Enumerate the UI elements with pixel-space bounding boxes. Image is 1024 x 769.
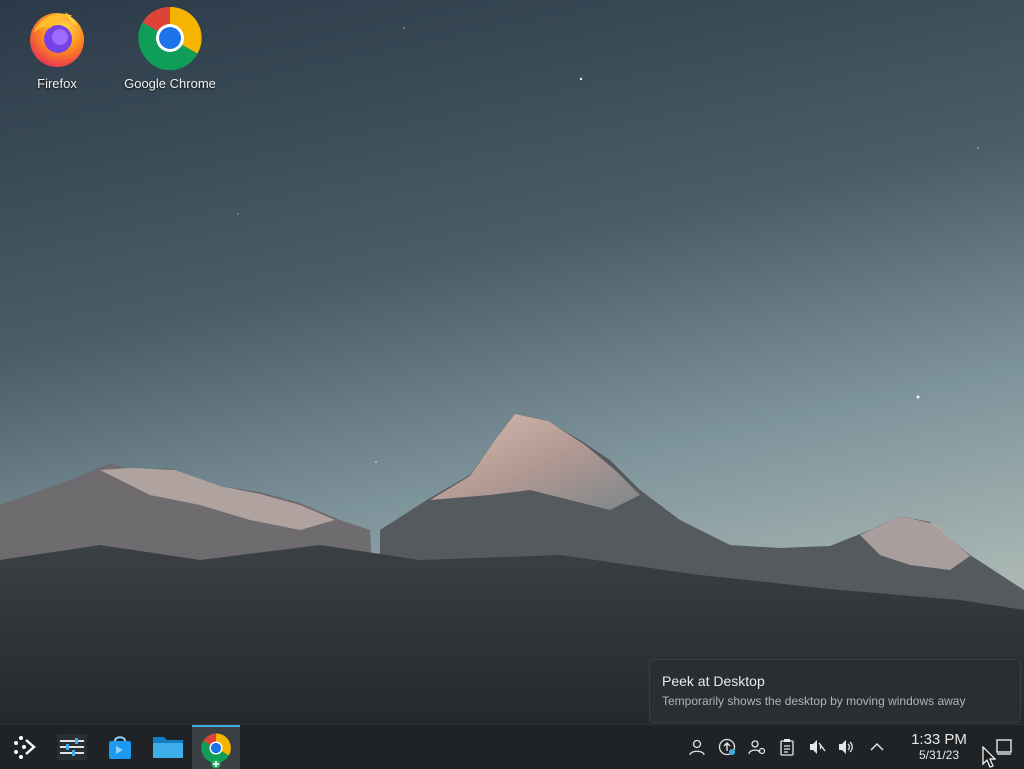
- app-launcher-icon: [14, 736, 36, 759]
- desktop-icon-google-chrome[interactable]: Google Chrome: [120, 6, 220, 96]
- tray-updates[interactable]: [712, 725, 742, 769]
- firefox-icon: [30, 12, 84, 67]
- chrome-icon: [138, 6, 202, 70]
- chevron-up-icon: [870, 742, 884, 751]
- tray-accounts[interactable]: [742, 725, 772, 769]
- tray-expand[interactable]: [862, 725, 892, 769]
- taskbar-file-manager[interactable]: [144, 725, 192, 769]
- taskbar-system-settings[interactable]: [48, 725, 96, 769]
- show-desktop-icon: [996, 739, 1012, 755]
- clock-date: 5/31/23: [918, 748, 960, 762]
- tooltip-subtitle: Temporarily shows the desktop by moving …: [662, 694, 966, 708]
- taskbar-google-chrome[interactable]: [192, 725, 240, 769]
- tooltip-title: Peek at Desktop: [662, 673, 765, 689]
- desktop-wallpaper: [0, 0, 1024, 724]
- user-icon: [689, 739, 705, 756]
- taskbar-discover[interactable]: [96, 725, 144, 769]
- system-settings-icon: [57, 734, 87, 760]
- clock-time: 1:33 PM: [911, 731, 967, 748]
- speaker-muted-icon: [810, 740, 826, 754]
- update-icon: [718, 738, 736, 756]
- tray-clipboard[interactable]: [772, 725, 802, 769]
- discover-store-icon: [109, 736, 131, 759]
- app-launcher-button[interactable]: [0, 725, 48, 769]
- volume-icon: [839, 740, 853, 754]
- tray-volume[interactable]: [832, 725, 862, 769]
- taskbar: 1:33 PM 5/31/23: [0, 724, 1024, 769]
- desktop-icon-firefox[interactable]: Firefox: [7, 6, 107, 96]
- tray-user[interactable]: [682, 725, 712, 769]
- desktop-icon-label: Google Chrome: [124, 76, 216, 91]
- file-manager-icon: [153, 737, 183, 758]
- system-tray: 1:33 PM 5/31/23: [682, 725, 1024, 769]
- peek-at-desktop-tooltip: Peek at Desktop Temporarily shows the de…: [649, 659, 1021, 723]
- mouse-cursor-icon: [982, 746, 996, 768]
- accounts-icon: [748, 740, 766, 755]
- clipboard-icon: [780, 739, 794, 756]
- tray-speaker-muted[interactable]: [802, 725, 832, 769]
- digital-clock[interactable]: 1:33 PM 5/31/23: [900, 725, 978, 769]
- desktop-icon-label: Firefox: [37, 76, 77, 91]
